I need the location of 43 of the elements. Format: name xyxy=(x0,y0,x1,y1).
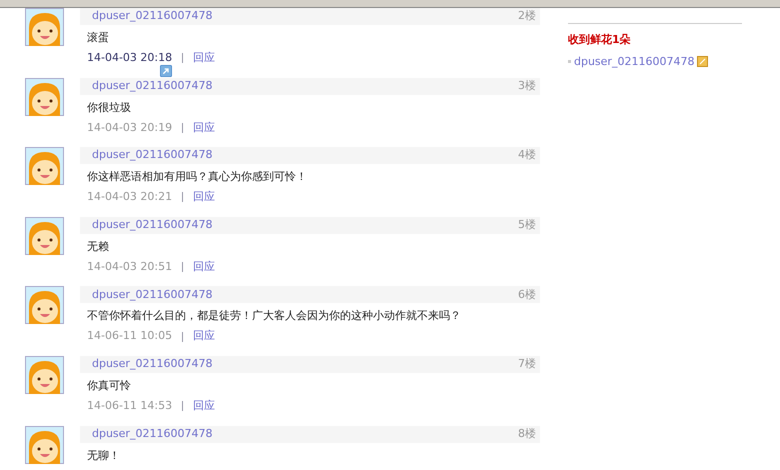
avatar-icon xyxy=(25,78,64,116)
floor-number: 7楼 xyxy=(518,356,536,372)
expand-arrow-icon[interactable] xyxy=(160,65,172,77)
post-time: 14-04-03 20:19 xyxy=(87,120,172,136)
avatar-icon xyxy=(25,356,64,394)
post-time: 14-06-11 14:53 xyxy=(87,398,172,414)
reply-link[interactable]: 回应 xyxy=(193,328,216,345)
post-text: 你这样恶语相加有用吗？真心为你感到可怜！ xyxy=(86,169,308,186)
floor-number: 2楼 xyxy=(518,8,536,24)
avatar-icon xyxy=(25,286,64,324)
post-time: 14-04-03 20:51 xyxy=(87,258,172,275)
floor-number: 6楼 xyxy=(518,286,536,303)
avatar-icon xyxy=(25,426,64,464)
post-text: 不管你怀着什么目的，都是徒劳！广大客人会因为你的这种小动作就不来吗？ xyxy=(86,308,462,324)
post-time: 14-04-03 20:18 xyxy=(87,50,172,66)
floor-number: 3楼 xyxy=(518,78,536,94)
avatar-icon xyxy=(25,8,64,46)
username-link[interactable]: dpuser_02116007478 xyxy=(92,286,212,304)
avatar-icon xyxy=(25,147,64,186)
post-time: 14-04-03 20:21 xyxy=(87,189,172,206)
username-link[interactable]: dpuser_02116007478 xyxy=(92,8,212,25)
reply-link[interactable]: 回应 xyxy=(193,50,216,66)
username-link[interactable]: dpuser_02116007478 xyxy=(92,147,212,164)
post-text: 你真可怜 xyxy=(86,378,132,394)
username-link[interactable]: dpuser_02116007478 xyxy=(92,426,212,442)
username-link[interactable]: dpuser_02116007478 xyxy=(92,217,212,234)
avatar-icon xyxy=(25,216,64,255)
post-time: 14-06-11 10:05 xyxy=(87,328,172,344)
reply-link[interactable]: 回应 xyxy=(193,120,216,136)
username-link[interactable]: dpuser_02116007478 xyxy=(574,54,694,70)
reply-link[interactable]: 回应 xyxy=(193,189,216,206)
post-text: 滚蛋 xyxy=(86,30,110,46)
post-text: 无赖 xyxy=(86,238,110,255)
floor-number: 5楼 xyxy=(518,217,536,234)
reply-link[interactable]: 回应 xyxy=(193,258,216,276)
reply-link[interactable]: 回应 xyxy=(193,398,216,414)
floor-number: 4楼 xyxy=(518,147,536,164)
floor-number: 8楼 xyxy=(518,426,536,442)
sidebar-title: 收到鲜花1朵 xyxy=(568,32,632,48)
username-link[interactable]: dpuser_02116007478 xyxy=(92,356,212,373)
username-link[interactable]: dpuser_02116007478 xyxy=(92,78,212,94)
post-text: 你很垃圾 xyxy=(86,100,132,116)
post-text: 无聊！ xyxy=(86,448,121,464)
